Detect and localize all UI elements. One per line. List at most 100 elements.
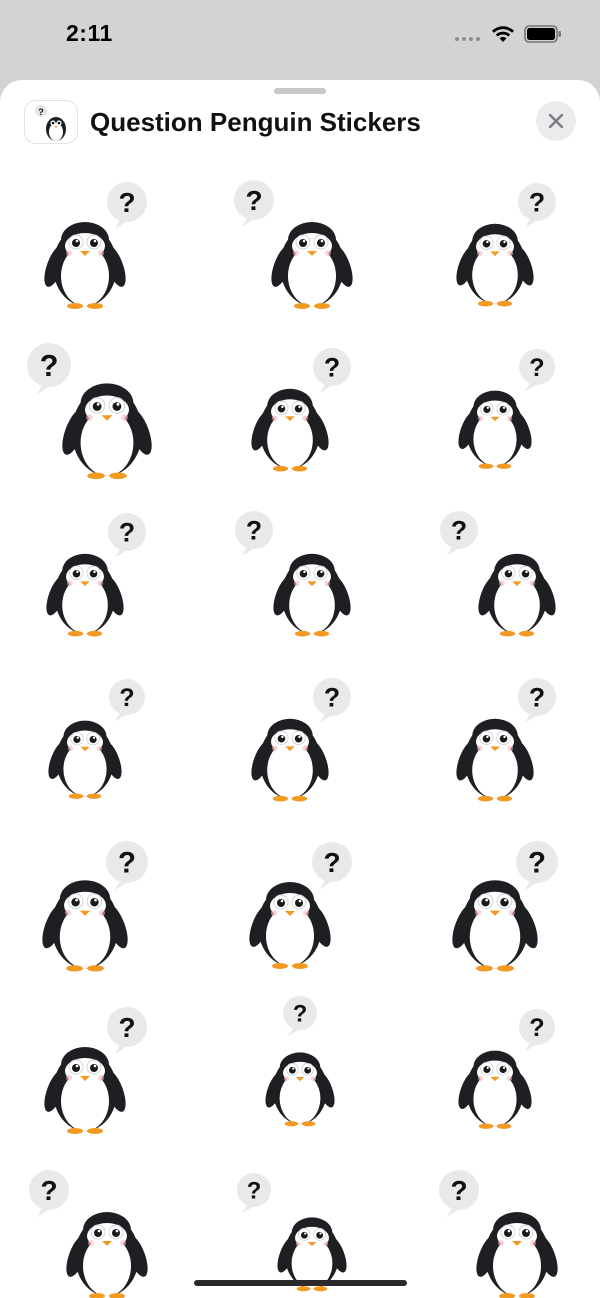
penguin-illustration: ?	[237, 1173, 347, 1292]
penguin-illustration: ?	[235, 511, 351, 637]
question-bubble-icon: ?	[283, 996, 317, 1036]
penguin-icon	[44, 222, 126, 309]
penguin-illustration: ?	[29, 1170, 148, 1298]
question-penguin-sticker[interactable]: ?	[425, 500, 585, 650]
penguin-icon	[42, 880, 128, 972]
penguin-illustration: ?	[234, 180, 353, 309]
sheet-title: Question Penguin Stickers	[90, 107, 421, 137]
svg-text:?: ?	[118, 1012, 135, 1043]
penguin-icon	[46, 553, 124, 637]
svg-text:?: ?	[38, 107, 44, 117]
question-penguin-sticker[interactable]: ?	[220, 335, 380, 485]
penguin-illustration: ?	[251, 678, 351, 802]
svg-text:?: ?	[324, 353, 340, 383]
question-bubble-icon: ?	[313, 348, 351, 393]
question-penguin-sticker[interactable]: ?	[220, 665, 380, 815]
question-penguin-sticker[interactable]: ?	[15, 170, 175, 320]
svg-text:?: ?	[247, 1178, 262, 1205]
question-penguin-sticker[interactable]: ?	[15, 665, 175, 815]
penguin-illustration: ?	[265, 996, 335, 1127]
question-penguin-sticker[interactable]: ?	[425, 1160, 585, 1298]
svg-text:?: ?	[324, 683, 340, 713]
battery-icon	[524, 25, 561, 43]
penguin-icon	[249, 882, 331, 969]
status-bar: 2:11	[0, 0, 600, 72]
penguin-illustration: ?	[44, 1007, 147, 1134]
question-bubble-icon: ?	[518, 183, 556, 228]
svg-text:?: ?	[118, 847, 136, 880]
question-penguin-sticker[interactable]: ?	[220, 995, 380, 1145]
penguin-icon	[456, 223, 534, 307]
question-bubble-icon: ?	[518, 678, 556, 723]
question-bubble-icon: ?	[313, 678, 351, 723]
penguin-illustration: ?	[48, 679, 145, 799]
penguin-icon	[458, 390, 532, 469]
question-penguin-sticker[interactable]: ?	[15, 995, 175, 1145]
penguin-icon	[271, 222, 353, 309]
question-bubble-icon: ?	[235, 511, 273, 556]
penguin-sticker-avatar: ?	[24, 100, 78, 144]
question-penguin-sticker[interactable]: ?	[425, 170, 585, 320]
question-penguin-sticker[interactable]: ?	[15, 335, 175, 485]
svg-text:?: ?	[119, 684, 134, 712]
svg-text:?: ?	[529, 188, 545, 218]
penguin-icon	[458, 1050, 532, 1129]
penguin-icon	[62, 383, 152, 480]
question-bubble-icon: ?	[27, 343, 71, 395]
penguin-icon	[452, 880, 538, 972]
question-bubble-icon: ?	[109, 679, 145, 722]
penguin-illustration: ?	[27, 343, 152, 480]
question-penguin-sticker[interactable]: ?	[220, 1160, 380, 1298]
question-penguin-sticker[interactable]: ?	[15, 1160, 175, 1298]
penguin-icon	[273, 553, 351, 637]
question-penguin-sticker[interactable]: ?	[220, 170, 380, 320]
svg-text:?: ?	[40, 348, 59, 383]
svg-text:?: ?	[529, 1014, 544, 1042]
home-indicator[interactable]	[194, 1280, 407, 1286]
question-penguin-sticker[interactable]: ?	[425, 830, 585, 980]
question-bubble-icon: ?	[106, 841, 148, 891]
question-bubble-icon: ?	[108, 513, 146, 558]
question-penguin-sticker[interactable]: ?	[425, 665, 585, 815]
svg-text:?: ?	[323, 847, 340, 878]
penguin-illustration: ?	[456, 183, 556, 307]
svg-text:?: ?	[529, 683, 545, 713]
question-bubble-icon: ?	[439, 1170, 479, 1217]
question-penguin-sticker[interactable]: ?	[425, 335, 585, 485]
question-bubble-icon: ?	[107, 182, 147, 229]
question-bubble-icon: ?	[516, 841, 558, 891]
penguin-illustration: ?	[456, 678, 556, 802]
penguin-illustration: ?	[440, 511, 556, 637]
penguin-icon	[48, 720, 122, 799]
question-bubble-icon: ?	[440, 511, 478, 556]
question-bubble-icon: ?	[234, 180, 274, 227]
penguin-icon	[476, 1212, 558, 1298]
penguin-illustration: ?	[458, 1009, 555, 1129]
svg-text:?: ?	[529, 354, 544, 382]
question-penguin-sticker[interactable]: ?	[15, 500, 175, 650]
svg-text:?: ?	[451, 516, 467, 546]
question-bubble-icon: ?	[29, 1170, 69, 1217]
penguin-illustration: ?	[249, 842, 352, 969]
question-penguin-sticker[interactable]: ?	[220, 500, 380, 650]
penguin-illustration: ?	[44, 182, 147, 309]
close-button[interactable]	[536, 101, 576, 141]
question-bubble-icon: ?	[312, 842, 352, 889]
question-penguin-sticker[interactable]: ?	[425, 995, 585, 1145]
penguin-icon	[44, 1047, 126, 1134]
penguin-illustration: ?	[42, 841, 148, 972]
cellular-signal-icon	[455, 37, 480, 41]
close-icon	[548, 113, 564, 129]
svg-text:?: ?	[450, 1175, 467, 1206]
sheet-grabber[interactable]	[274, 88, 326, 94]
question-penguin-sticker[interactable]: ?	[15, 830, 175, 980]
sheet-header: ? Question Penguin Stickers	[0, 98, 600, 148]
penguin-illustration: ?	[251, 348, 351, 472]
svg-text:?: ?	[528, 847, 546, 880]
svg-text:?: ?	[245, 185, 262, 216]
penguin-illustration: ?	[452, 841, 558, 972]
svg-text:?: ?	[246, 516, 262, 546]
svg-text:?: ?	[118, 187, 135, 218]
svg-text:?: ?	[293, 1001, 308, 1028]
question-penguin-sticker[interactable]: ?	[220, 830, 380, 980]
